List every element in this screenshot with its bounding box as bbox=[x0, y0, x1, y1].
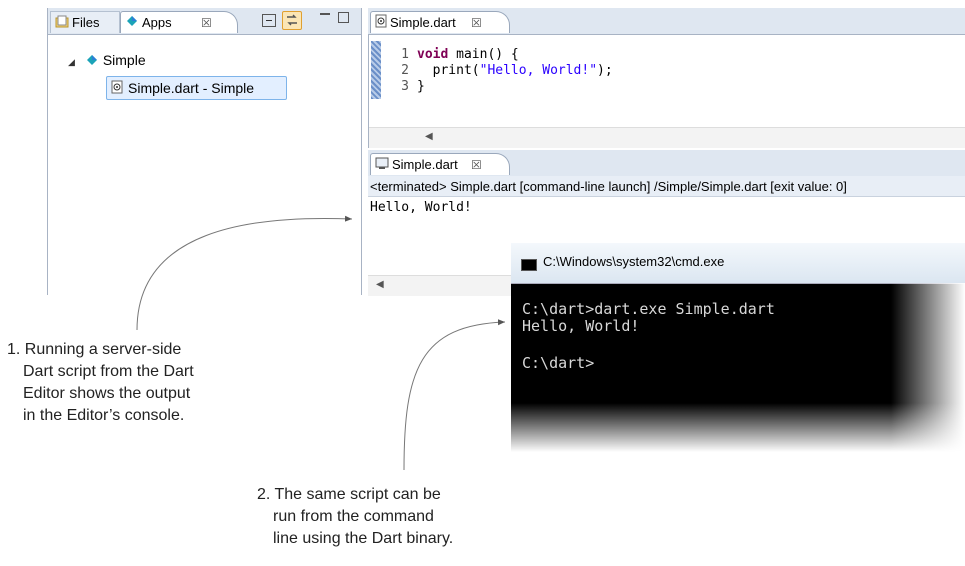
caption-line: 1. Running a server-side bbox=[7, 341, 182, 358]
caption-line: run from the command bbox=[273, 508, 434, 525]
callout-arrows bbox=[136, 215, 506, 471]
callout-arrow-1 bbox=[136, 215, 353, 331]
callout-arrow-2 bbox=[403, 319, 506, 471]
annotation-caption-2: 2. The same script can be run from the c… bbox=[257, 484, 557, 550]
caption-line: Dart script from the Dart bbox=[23, 363, 194, 380]
caption-line: line using the Dart binary. bbox=[273, 530, 454, 547]
caption-line: 2. The same script can be bbox=[257, 486, 441, 503]
caption-line: in the Editor’s console. bbox=[23, 407, 185, 424]
annotation-caption-1: 1. Running a server-side Dart script fro… bbox=[7, 339, 307, 427]
caption-line: Editor shows the output bbox=[23, 385, 191, 402]
